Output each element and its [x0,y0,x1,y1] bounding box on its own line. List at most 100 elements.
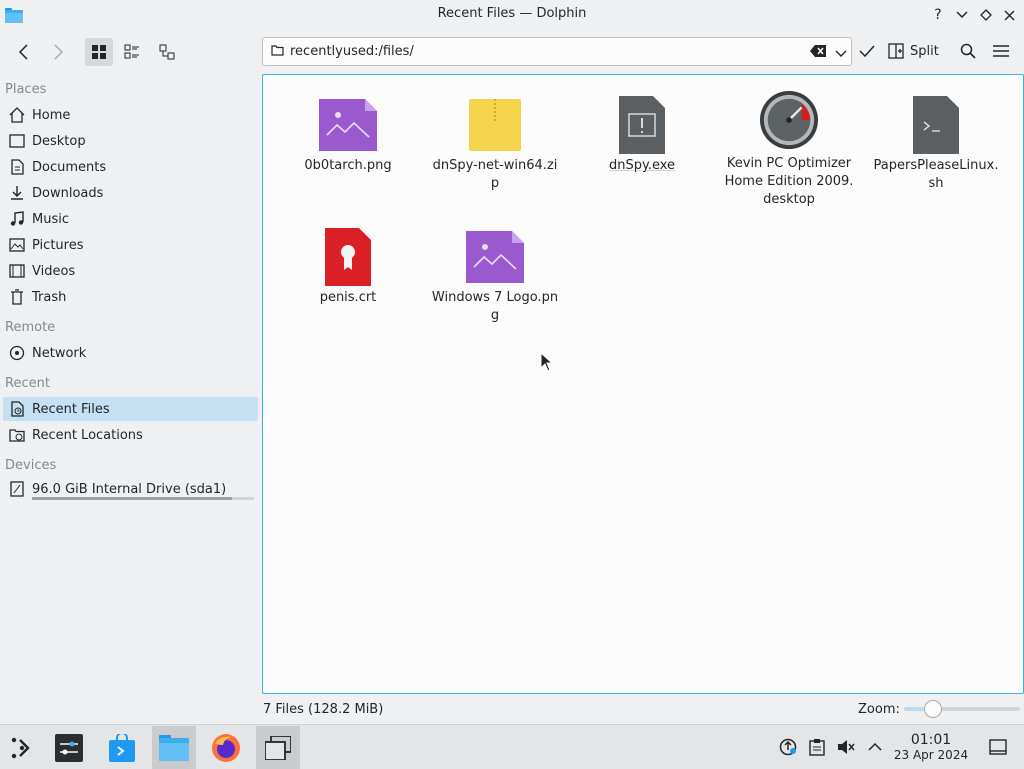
places-item-music[interactable]: Music [3,207,258,231]
places-item-label: Recent Locations [32,427,143,443]
image-file-icon [465,227,525,287]
file-item[interactable]: dnSpy-net-win64.zip [430,95,560,193]
settings-task-icon[interactable] [47,726,91,769]
file-item[interactable]: Windows 7 Logo.png [430,227,560,325]
discover-store-task-icon[interactable] [100,726,144,769]
desktop-icon [8,132,26,150]
drive-usage-bar [32,497,254,500]
status-bar: 7 Files (128.2 MiB) Zoom: [262,697,1022,721]
file-name: dnSpy.exe [608,158,676,173]
network-icon [8,344,26,362]
places-panel: Places Home Desktop Documents Downloads … [0,74,260,720]
clipboard-icon[interactable] [807,737,827,757]
devices-section-title: Devices [5,458,57,473]
places-item-desktop[interactable]: Desktop [3,129,258,153]
clock-date: 23 Apr 2024 [893,748,969,762]
places-item-label: Recent Files [32,401,110,417]
expand-tray-icon[interactable] [865,737,885,757]
file-item[interactable]: Kevin PC Optimizer Home Edition 2009.des… [724,87,854,209]
file-name: penis.crt [319,290,377,305]
forward-arrow-icon[interactable] [46,40,70,64]
places-item-label: Pictures [32,237,84,253]
shell-script-icon [906,95,966,155]
dolphin-task-icon[interactable] [152,726,196,769]
speedometer-app-icon [759,87,819,153]
places-section-title: Places [5,82,47,97]
split-view-icon [888,43,904,59]
drive-icon [8,480,26,498]
places-item-label: 96.0 GiB Internal Drive (sda1) [32,481,227,497]
icons-view-icon[interactable] [85,38,113,66]
back-arrow-icon[interactable] [12,40,36,64]
compact-view-icon[interactable] [118,38,146,66]
close-icon[interactable] [1000,6,1018,24]
places-item-network[interactable]: Network [3,341,258,365]
hamburger-menu-icon[interactable] [990,40,1012,62]
file-item[interactable]: 0b0tarch.png [283,95,413,175]
file-item[interactable]: penis.crt [283,227,413,307]
executable-file-icon [612,95,672,155]
main-toolbar: recentlyused:/files/ Split [0,29,1024,73]
file-name: Kevin PC Optimizer Home Edition 2009.des… [724,156,854,207]
show-desktop-icon[interactable] [988,737,1008,757]
places-item-label: Music [32,211,69,227]
places-item-pictures[interactable]: Pictures [3,233,258,257]
digital-clock[interactable]: 01:01 23 Apr 2024 [888,732,974,763]
firefox-task-icon[interactable] [204,726,248,769]
music-icon [8,210,26,228]
app-launcher-icon[interactable] [0,726,44,769]
places-item-home[interactable]: Home [3,103,258,127]
clock-time: 01:01 [910,732,952,748]
details-view-icon[interactable] [153,38,181,66]
confirm-location-icon[interactable] [856,40,878,62]
places-item-recent-files[interactable]: Recent Files [3,397,258,421]
file-name: PapersPleaseLinux.sh [873,158,999,191]
location-history-chevron-down-icon[interactable] [835,47,847,62]
recent-locations-icon [8,426,26,444]
places-item-downloads[interactable]: Downloads [3,181,258,205]
recent-section-title: Recent [5,376,50,391]
downloads-icon [8,184,26,202]
places-item-trash[interactable]: Trash [3,285,258,309]
trash-icon [8,288,26,306]
help-icon[interactable]: ? [929,6,947,24]
file-name: 0b0tarch.png [304,158,392,173]
file-name: dnSpy-net-win64.zip [432,158,558,191]
status-summary: 7 Files (128.2 MiB) [263,702,384,717]
places-item-label: Desktop [32,133,86,149]
remote-section-title: Remote [5,320,56,335]
file-name: Windows 7 Logo.png [431,290,559,323]
updates-icon[interactable] [778,737,798,757]
volume-muted-icon[interactable] [836,737,856,757]
maximize-icon[interactable] [977,6,995,24]
file-view[interactable]: 0b0tarch.png dnSpy-net-win64.zip dnSpy.e… [262,74,1024,694]
mouse-cursor-icon [540,351,554,376]
location-path[interactable]: recentlyused:/files/ [290,44,414,59]
places-item-documents[interactable]: Documents [3,155,258,179]
window-title: Recent Files — Dolphin [437,6,587,21]
places-item-label: Home [32,107,71,123]
image-file-icon [318,95,378,155]
minimize-icon[interactable] [953,6,971,24]
certificate-file-icon [318,227,378,287]
clear-location-icon[interactable] [810,45,826,61]
search-icon[interactable] [957,40,979,62]
places-item-recent-locations[interactable]: Recent Locations [3,423,258,447]
zoom-slider[interactable] [904,700,1020,718]
window-titlebar[interactable]: Recent Files — Dolphin ? [0,0,1024,29]
zoom-slider-handle[interactable] [924,700,942,718]
documents-icon [8,158,26,176]
file-item[interactable]: PapersPleaseLinux.sh [871,95,1001,193]
zoom-label: Zoom: [858,702,900,717]
places-item-label: Downloads [32,185,104,201]
split-button-label: Split [910,43,939,59]
location-bar[interactable]: recentlyused:/files/ [262,37,852,66]
drive-usage-fill [32,497,232,500]
split-button[interactable]: Split [888,40,939,62]
window-overview-task-icon[interactable] [256,726,300,769]
places-item-label: Documents [32,159,107,175]
file-item[interactable]: dnSpy.exe [577,95,707,175]
zip-archive-icon [465,95,525,155]
places-item-label: Videos [32,263,76,279]
places-item-videos[interactable]: Videos [3,259,258,283]
